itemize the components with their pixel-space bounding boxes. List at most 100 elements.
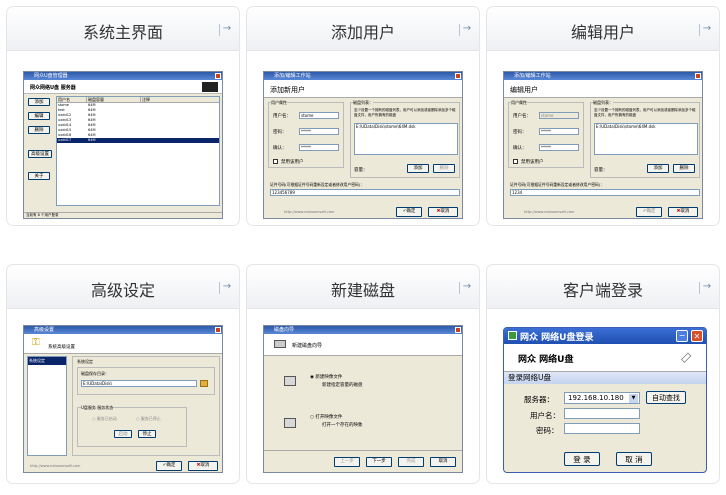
username-input[interactable]: [564, 408, 640, 419]
minimize-button[interactable]: −: [676, 330, 688, 342]
delete-button[interactable]: 删除: [28, 126, 50, 134]
ok-button[interactable]: ✔确定: [396, 207, 422, 217]
disk-list-group: 磁盘列表： 至少设置一个拥有的磁盘列表，用户可以添加或者删除添加多个磁盘文件，用…: [350, 100, 460, 178]
window-title: 高级设置: [34, 327, 55, 333]
stop-button[interactable]: 停止: [138, 430, 156, 438]
arrow-icon[interactable]: →: [699, 23, 715, 37]
card-title: 客户端登录: [562, 281, 643, 300]
about-button[interactable]: 关于: [28, 172, 50, 180]
column-header[interactable]: 磁盘容量: [87, 97, 141, 102]
nav-list: 系统设定: [27, 356, 67, 456]
column-header[interactable]: 用户名: [57, 97, 87, 102]
dialog-header: 新建磁盘向导: [292, 343, 323, 349]
disable-checkbox[interactable]: [273, 159, 278, 164]
card-edit-user: 编辑用户 → 添加/编辑工作站 编辑用户 用户属性 用户名： stome 密码：…: [486, 6, 720, 226]
table-row-selected[interactable]: uxdd17 64M: [57, 138, 219, 143]
section-label: 登录网络U盘: [504, 372, 706, 384]
arrow-icon[interactable]: →: [219, 23, 235, 37]
brand-label: 网众网络U盘 服务器: [30, 85, 76, 91]
client-login-screenshot: 网众 网络U盘登录 − ✕ 网众 网络U盘 ▭ 登录网络U盘 服务器： 192.…: [503, 327, 707, 473]
edit-user-screenshot: 添加/编辑工作站 编辑用户 用户属性 用户名： stome 密码： ***** …: [503, 71, 703, 219]
close-icon[interactable]: [215, 73, 221, 79]
system-settings-panel: 系统设定 磁盘保存目录： E:\UData\Disk\ U盘服务 服务状态 ○ …: [72, 356, 220, 456]
card-advanced: 高级设定 → 高级设置 ⚿ 系统高级设置 系统设定 系统设定 磁盘保存目录： E…: [6, 264, 240, 484]
disk-icon: [274, 340, 286, 348]
auto-find-button[interactable]: 自动查找: [646, 391, 686, 404]
username-field[interactable]: stome: [539, 112, 579, 119]
chevron-down-icon: ▼: [629, 394, 638, 403]
server-field[interactable]: 192.168.10.180 ▼: [564, 392, 640, 404]
app-icon: [508, 331, 517, 340]
arrow-icon[interactable]: →: [459, 281, 475, 295]
password-field[interactable]: *****: [539, 128, 579, 135]
disk-path-field[interactable]: E:\UData\Disk\: [81, 380, 197, 387]
window-title: 添加/编辑工作站: [274, 73, 311, 79]
user-attr-group: 用户属性 用户名： stome 密码： ***** 确认： ***** 禁用该用…: [268, 100, 344, 168]
confirm-field[interactable]: *****: [299, 144, 339, 151]
arrow-icon[interactable]: →: [699, 281, 715, 295]
confirm-field[interactable]: *****: [539, 144, 579, 151]
status-bar: 当前有 8 个用户登录: [24, 212, 222, 218]
cancel-button[interactable]: ✖取消: [668, 207, 698, 217]
window-title: 添加/编辑工作站: [514, 73, 551, 79]
delete-disk-button[interactable]: 删除: [673, 164, 695, 173]
key-icon: ⚿: [32, 337, 40, 348]
cancel-button[interactable]: ✖取消: [188, 461, 218, 471]
window-title: 网众 网络U盘登录: [520, 333, 594, 343]
password-input[interactable]: [564, 423, 640, 434]
next-button[interactable]: 下一步: [366, 457, 392, 467]
ok-button[interactable]: ✔确定: [636, 207, 662, 217]
close-button[interactable]: ✕: [691, 330, 703, 342]
card-header: 系统主界面 →: [7, 7, 239, 51]
finish-button[interactable]: 完成: [398, 457, 424, 467]
add-disk-button[interactable]: 添加: [407, 164, 429, 173]
cancel-button[interactable]: 取 消: [616, 452, 652, 466]
logo-icon: [202, 82, 218, 92]
cert-field[interactable]: 123456789: [270, 189, 460, 196]
new-image-radio[interactable]: ◉ 新建映像文件: [310, 374, 342, 380]
disable-checkbox[interactable]: [513, 159, 518, 164]
card-title: 编辑用户: [570, 23, 635, 42]
close-icon[interactable]: [455, 73, 461, 79]
column-header[interactable]: 注释: [141, 97, 219, 102]
card-title: 添加用户: [330, 23, 395, 42]
close-icon[interactable]: [455, 327, 461, 333]
card-new-disk: 新建磁盘 → 磁盘向导 新建磁盘向导 ◉ 新建映像文件 新建指定容量的磁盘 ○ …: [246, 264, 480, 484]
cert-field[interactable]: 1234: [510, 189, 700, 196]
card-header: 客户端登录 →: [487, 265, 719, 309]
user-table: 用户名 磁盘容量 注释 stome 64M test 64M uxdd12 64M u…: [56, 96, 220, 206]
username-field[interactable]: stome: [299, 112, 339, 119]
delete-disk-button[interactable]: 删除: [433, 164, 455, 173]
arrow-icon[interactable]: →: [459, 23, 475, 37]
start-button[interactable]: 启动: [114, 430, 132, 438]
advanced-screenshot: 高级设置 ⚿ 系统高级设置 系统设定 系统设定 磁盘保存目录： E:\UData…: [23, 325, 223, 473]
card-title: 新建磁盘: [330, 281, 395, 300]
running-radio[interactable]: ○ 服务已启动: [92, 416, 117, 422]
open-image-icon: [284, 418, 296, 428]
folder-icon[interactable]: [200, 380, 208, 387]
stopped-radio[interactable]: ○ 服务已停止: [136, 416, 161, 422]
dialog-header: 编辑用户: [510, 86, 538, 94]
back-button[interactable]: 上一步: [334, 457, 360, 467]
disk-list[interactable]: E:\UData\Disk\stome\64M.dsk: [354, 123, 458, 155]
nav-item-system[interactable]: 系统设定: [28, 357, 66, 365]
open-image-radio[interactable]: ○ 打开映像文件: [310, 414, 342, 420]
card-title: 高级设定: [90, 281, 155, 300]
card-title: 系统主界面: [82, 23, 163, 42]
advanced-button[interactable]: 高级设置: [28, 150, 52, 158]
edit-button[interactable]: 编辑: [28, 112, 50, 120]
add-disk-button[interactable]: 添加: [647, 164, 669, 173]
add-button[interactable]: 添加: [28, 98, 50, 106]
new-image-icon: [284, 376, 296, 386]
cancel-button[interactable]: ✖取消: [428, 207, 458, 217]
arrow-icon[interactable]: →: [219, 281, 235, 295]
login-button[interactable]: 登 录: [564, 452, 600, 466]
disk-list[interactable]: E:\UData\Disk\stome\64M.dsk: [594, 123, 698, 155]
close-icon[interactable]: [215, 327, 221, 333]
password-field[interactable]: *****: [299, 128, 339, 135]
new-disk-screenshot: 磁盘向导 新建磁盘向导 ◉ 新建映像文件 新建指定容量的磁盘 ○ 打开映像文件 …: [263, 325, 463, 473]
dialog-header: 系统高级设置: [48, 345, 75, 350]
close-icon[interactable]: [695, 73, 701, 79]
cancel-button[interactable]: 取消: [430, 457, 456, 467]
ok-button[interactable]: ✔确定: [156, 461, 182, 471]
